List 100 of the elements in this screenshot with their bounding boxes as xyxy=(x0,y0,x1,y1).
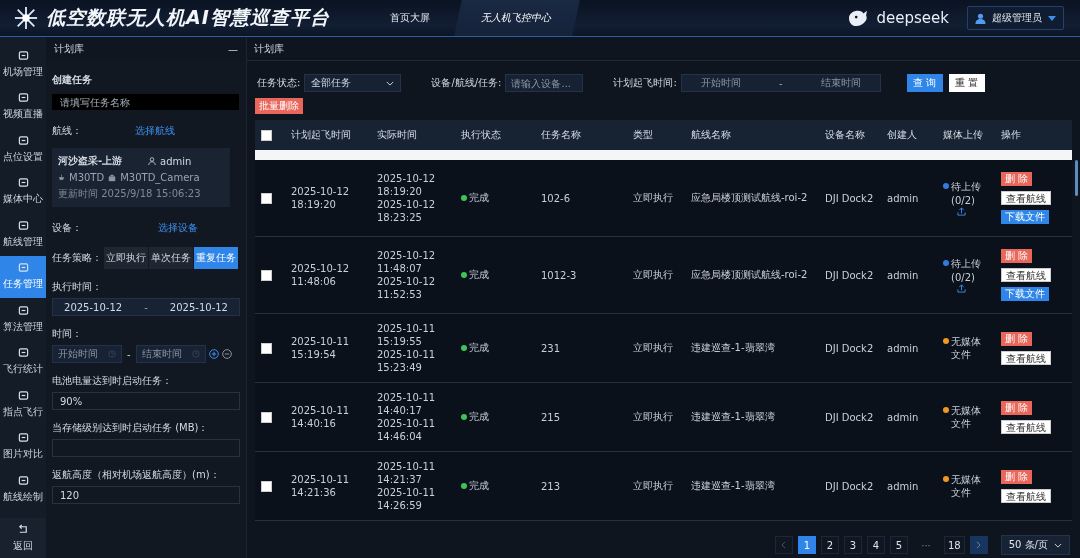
select-route-link[interactable]: 选择航线 xyxy=(135,124,175,138)
drone-model: M30TD xyxy=(69,172,105,183)
view-route-button[interactable]: 查看航线 xyxy=(1001,191,1051,205)
page-button[interactable]: 3 xyxy=(844,536,862,554)
strategy-option[interactable]: 立即执行 xyxy=(104,247,148,269)
planned-time-cell-text: 2025-10-11 15:19:54 xyxy=(290,334,351,362)
breadcrumb: 计划库 xyxy=(247,37,1080,61)
planned-time-cell-text: 2025-10-12 11:48:06 xyxy=(290,261,351,289)
page-button[interactable]: 4 xyxy=(867,536,885,554)
row-checkbox[interactable] xyxy=(261,269,272,281)
nav-item[interactable]: 点位设置 xyxy=(0,128,46,171)
altitude-field[interactable]: 120 xyxy=(52,486,240,504)
nav-icon xyxy=(17,432,29,444)
page-ellipsis: ··· xyxy=(920,539,932,551)
download-button[interactable]: 下载文件 xyxy=(1001,210,1049,224)
back-button[interactable]: 返回 xyxy=(0,518,46,558)
row-checkbox[interactable] xyxy=(261,480,272,492)
page-button[interactable]: 5 xyxy=(890,536,908,554)
status-text: 完成 xyxy=(469,341,489,355)
nav-item[interactable]: 飞行统计 xyxy=(0,340,46,383)
nav-icon xyxy=(17,177,29,189)
time-range-field[interactable]: 开始时间 - 结束时间 xyxy=(680,74,881,92)
camera-icon xyxy=(108,173,117,182)
search-field[interactable]: 请输入设备... xyxy=(505,74,584,92)
column-header: 操作 xyxy=(1000,128,1022,142)
user-icon xyxy=(975,12,986,24)
download-button[interactable]: 下载文件 xyxy=(1001,287,1049,301)
media-status-text: 无媒体文件 xyxy=(951,473,982,499)
status-text: 完成 xyxy=(469,268,489,282)
nav-item[interactable]: 任务管理 xyxy=(0,255,46,298)
status-dot xyxy=(461,414,467,420)
nav-item[interactable]: 指点飞行 xyxy=(0,383,46,426)
strategy-option[interactable]: 单次任务 xyxy=(149,247,193,269)
caret-icon xyxy=(1048,15,1056,21)
nav-item[interactable]: 视频直播 xyxy=(0,85,46,128)
header-tab[interactable]: 无人机飞控中心 xyxy=(453,0,580,36)
nav-icon xyxy=(17,134,29,146)
remove-icon[interactable] xyxy=(221,349,232,359)
time-filter-label: 计划起飞时间: xyxy=(613,76,677,90)
time-label: 时间： xyxy=(52,327,83,341)
view-route-button[interactable]: 查看航线 xyxy=(1001,268,1051,282)
page-button[interactable]: 18 xyxy=(944,536,965,554)
route-name: 河沙盗采-上游 xyxy=(58,154,124,168)
platform-title: 低空数联无人机AI智慧巡查平台 xyxy=(46,5,330,30)
add-icon[interactable] xyxy=(208,349,219,359)
collapse-button[interactable]: — xyxy=(228,43,238,55)
nav-item[interactable]: 航线绘制 xyxy=(0,468,46,511)
section-title: 创建任务 xyxy=(52,73,93,87)
row-checkbox[interactable] xyxy=(261,342,272,354)
type-cell-text: 立即执行 xyxy=(632,268,674,282)
strategy-option[interactable]: 重复任务 xyxy=(194,247,238,269)
type-cell-text: 立即执行 xyxy=(632,191,674,205)
select-device-link[interactable]: 选择设备 xyxy=(158,221,198,235)
end-time-field[interactable]: 结束时间 xyxy=(135,345,206,363)
chevron-left-icon xyxy=(781,541,787,549)
column-header: 实际时间 xyxy=(376,128,418,142)
nav-item[interactable]: 图片对比 xyxy=(0,425,46,468)
header-tab[interactable]: 首页大屏 xyxy=(365,0,454,36)
select-all-checkbox[interactable] xyxy=(261,129,272,141)
route-name-cell-text: 应急局楼顶测试航线-roi-2 xyxy=(690,268,809,282)
range-separator: - xyxy=(127,348,131,360)
page-size-select[interactable]: 50 条/页 xyxy=(1000,535,1070,555)
view-route-button[interactable]: 查看航线 xyxy=(1001,350,1051,365)
view-route-button[interactable]: 查看航线 xyxy=(1001,419,1051,434)
task-name-field[interactable]: 请填写任务名称 xyxy=(52,94,239,110)
date-range-field[interactable]: 2025-10-12 - 2025-10-12 xyxy=(52,298,240,316)
actual-time-cell-text: 2025-10-12 18:19:20 2025-10-12 18:23:25 xyxy=(376,171,437,225)
column-header: 设备名称 xyxy=(824,128,866,142)
row-checkbox[interactable] xyxy=(261,192,272,204)
battery-field[interactable]: 90% xyxy=(52,392,240,410)
row-checkbox[interactable] xyxy=(261,411,272,423)
start-time-field[interactable]: 开始时间 xyxy=(52,345,122,363)
storage-label: 当存储级别达到时启动任务 (MB)： xyxy=(52,421,210,435)
view-route-button[interactable]: 查看航线 xyxy=(1001,488,1051,503)
task-name-cell-text: 213 xyxy=(540,479,562,494)
user-menu[interactable]: 超级管理员 xyxy=(967,6,1064,30)
type-cell-text: 立即执行 xyxy=(632,341,674,355)
nav-item[interactable]: 机场管理 xyxy=(0,43,46,86)
creator-cell-text: admin xyxy=(886,479,920,494)
actual-time-cell-text: 2025-10-11 14:40:17 2025-10-11 14:46:04 xyxy=(376,390,437,444)
storage-field[interactable] xyxy=(52,439,240,457)
nav-item[interactable]: 航线管理 xyxy=(0,213,46,256)
planned-time-cell-text: 2025-10-11 14:21:36 xyxy=(290,472,351,500)
nav-icon xyxy=(17,304,29,316)
reset-button[interactable]: 重 置 xyxy=(948,74,985,92)
page-button[interactable]: 1 xyxy=(798,536,816,554)
query-button[interactable]: 查 询 xyxy=(906,74,943,92)
status-select[interactable]: 全部任务 xyxy=(304,74,402,92)
creator-cell-text: admin xyxy=(886,191,920,206)
upload-icon[interactable] xyxy=(957,207,966,216)
route-creator: admin xyxy=(160,155,192,167)
page-button[interactable]: 2 xyxy=(821,536,839,554)
camera-model: M30TD_Camera xyxy=(120,172,200,183)
route-label: 航线： xyxy=(52,124,82,138)
panel-title: 计划库 xyxy=(54,42,84,56)
person-icon xyxy=(148,157,156,165)
device-cell-text: DJI Dock2 xyxy=(824,410,875,425)
nav-item[interactable]: 算法管理 xyxy=(0,298,46,341)
nav-item[interactable]: 媒体中心 xyxy=(0,170,46,213)
upload-icon[interactable] xyxy=(957,284,966,293)
